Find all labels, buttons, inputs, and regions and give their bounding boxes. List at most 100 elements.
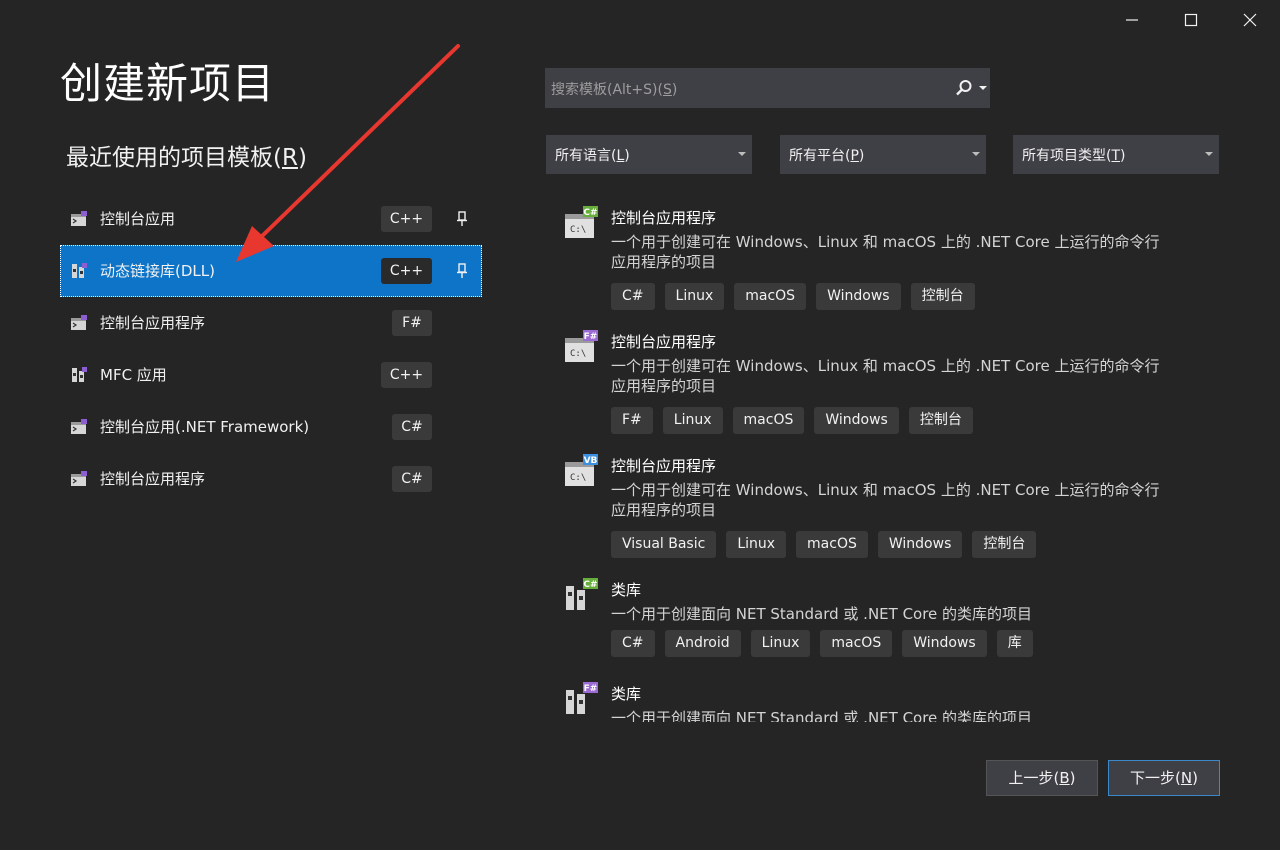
class-library-icon: C# <box>564 578 598 612</box>
template-description: 一个用于创建可在 Windows、Linux 和 macOS 上的 .NET C… <box>611 357 1160 395</box>
minimize-button[interactable] <box>1102 0 1162 40</box>
console-app-icon <box>70 210 88 228</box>
svg-text:C:\: C:\ <box>570 225 586 235</box>
recent-template-name: 动态链接库(DLL) <box>100 262 215 280</box>
language-badge: F# <box>392 310 432 336</box>
template-description: 一个用于创建面向 NET Standard 或 .NET Core 的类库的项目 <box>611 709 1033 722</box>
template-name: 类库 <box>611 685 642 703</box>
template-tag: 控制台 <box>910 283 975 310</box>
template-tags: C# Linux macOS Windows 控制台 <box>611 283 975 310</box>
template-item[interactable]: C# 类库 一个用于创建面向 NET Standard 或 .NET Core … <box>546 572 1246 676</box>
template-item[interactable]: C:\ F# 控制台应用程序 一个用于创建可在 Windows、Linux 和 … <box>546 324 1246 448</box>
template-tag: Android <box>664 630 741 657</box>
svg-text:C#: C# <box>583 208 597 218</box>
svg-text:F#: F# <box>584 332 598 342</box>
template-tag: Windows <box>814 407 899 434</box>
svg-text:F#: F# <box>584 684 598 694</box>
template-tag: Windows <box>816 283 901 310</box>
language-badge: C# <box>392 466 432 492</box>
recent-template-name: 控制台应用(.NET Framework) <box>100 418 310 436</box>
recent-template-item[interactable]: 动态链接库(DLL) C++ <box>60 245 482 297</box>
maximize-button[interactable] <box>1161 0 1221 40</box>
recent-template-name: 控制台应用程序 <box>100 314 206 332</box>
console-app-icon <box>70 418 88 436</box>
template-tag: macOS <box>734 283 807 310</box>
project-type-filter-select[interactable]: 所有项目类型(T) <box>1013 135 1219 174</box>
language-filter-select[interactable]: 所有语言(L) <box>546 135 752 174</box>
recent-template-item[interactable]: 控制台应用(.NET Framework) C# <box>60 401 482 453</box>
console-app-icon: C:\ C# <box>564 206 598 240</box>
recent-templates-list: 控制台应用 C++ 动态链接库(DLL) C++ 控制台应用程序 F# MFC … <box>60 193 482 505</box>
recent-template-name: 控制台应用程序 <box>100 470 206 488</box>
template-tag: Windows <box>902 630 987 657</box>
recent-template-item[interactable]: MFC 应用 C++ <box>60 349 482 401</box>
console-app-icon <box>70 470 88 488</box>
library-icon <box>70 262 88 280</box>
template-tag: macOS <box>820 630 893 657</box>
chevron-down-icon <box>738 152 746 156</box>
template-name: 类库 <box>611 581 642 599</box>
pin-icon[interactable] <box>456 211 468 227</box>
search-placeholder: 搜索模板(Alt+S)(S) <box>551 82 678 98</box>
recent-template-name: MFC 应用 <box>100 366 167 384</box>
close-icon <box>1243 13 1257 27</box>
template-tag: macOS <box>732 407 805 434</box>
svg-text:C#: C# <box>583 580 597 590</box>
template-tag: C# <box>611 630 655 657</box>
class-library-icon: F# <box>564 682 598 716</box>
template-description: 一个用于创建面向 NET Standard 或 .NET Core 的类库的项目 <box>611 605 1033 623</box>
template-tag: C# <box>611 283 655 310</box>
search-input[interactable]: 搜索模板(Alt+S)(S) <box>545 68 990 108</box>
language-badge: C++ <box>381 258 432 284</box>
template-tag: 控制台 <box>972 531 1037 558</box>
template-name: 控制台应用程序 <box>611 209 717 227</box>
language-badge: C# <box>392 414 432 440</box>
minimize-icon <box>1126 19 1138 21</box>
template-tag: Visual Basic <box>611 531 717 558</box>
back-button[interactable]: 上一步(B) <box>986 760 1098 796</box>
console-app-icon: C:\ VB <box>564 454 598 488</box>
template-tag: Linux <box>662 407 723 434</box>
recent-template-item[interactable]: 控制台应用 C++ <box>60 193 482 245</box>
template-item[interactable]: F# 类库 一个用于创建面向 NET Standard 或 .NET Core … <box>546 676 1246 722</box>
recent-templates-heading: 最近使用的项目模板(R) <box>66 145 307 171</box>
svg-text:C:\: C:\ <box>570 349 586 359</box>
template-tag: Linux <box>726 531 787 558</box>
template-tag: F# <box>611 407 653 434</box>
search-options-chevron-icon[interactable] <box>979 86 987 91</box>
language-badge: C++ <box>381 362 432 388</box>
template-results-list: C:\ C# 控制台应用程序 一个用于创建可在 Windows、Linux 和 … <box>546 200 1246 722</box>
recent-template-item[interactable]: 控制台应用程序 C# <box>60 453 482 505</box>
template-tag: 控制台 <box>908 407 973 434</box>
template-tags: C# Android Linux macOS Windows 库 <box>611 630 1033 657</box>
close-button[interactable] <box>1220 0 1280 40</box>
search-icon[interactable] <box>955 79 973 97</box>
template-tag: Windows <box>877 531 963 558</box>
template-item[interactable]: C:\ VB 控制台应用程序 一个用于创建可在 Windows、Linux 和 … <box>546 448 1246 572</box>
chevron-down-icon <box>972 152 980 156</box>
template-description: 一个用于创建可在 Windows、Linux 和 macOS 上的 .NET C… <box>611 481 1160 519</box>
template-tag: macOS <box>796 531 868 558</box>
template-name: 控制台应用程序 <box>611 457 717 475</box>
page-title: 创建新项目 <box>60 59 276 108</box>
template-tag: 库 <box>996 630 1033 657</box>
template-item[interactable]: C:\ C# 控制台应用程序 一个用于创建可在 Windows、Linux 和 … <box>546 200 1246 324</box>
chevron-down-icon <box>1205 152 1213 156</box>
next-button[interactable]: 下一步(N) <box>1108 760 1220 796</box>
platform-filter-select[interactable]: 所有平台(P) <box>780 135 986 174</box>
template-tags: Visual Basic Linux macOS Windows 控制台 <box>611 531 1037 558</box>
pin-icon[interactable] <box>456 263 468 279</box>
template-name: 控制台应用程序 <box>611 333 717 351</box>
template-tags: F# Linux macOS Windows 控制台 <box>611 407 973 434</box>
language-badge: C++ <box>381 206 432 232</box>
console-app-icon <box>70 314 88 332</box>
svg-text:VB: VB <box>584 456 598 466</box>
template-description: 一个用于创建可在 Windows、Linux 和 macOS 上的 .NET C… <box>611 233 1160 271</box>
recent-template-item[interactable]: 控制台应用程序 F# <box>60 297 482 349</box>
maximize-icon <box>1184 13 1198 27</box>
console-app-icon: C:\ F# <box>564 330 598 364</box>
svg-text:C:\: C:\ <box>570 473 586 483</box>
library-icon <box>70 366 88 384</box>
recent-template-name: 控制台应用 <box>100 210 176 228</box>
template-tag: Linux <box>664 283 725 310</box>
